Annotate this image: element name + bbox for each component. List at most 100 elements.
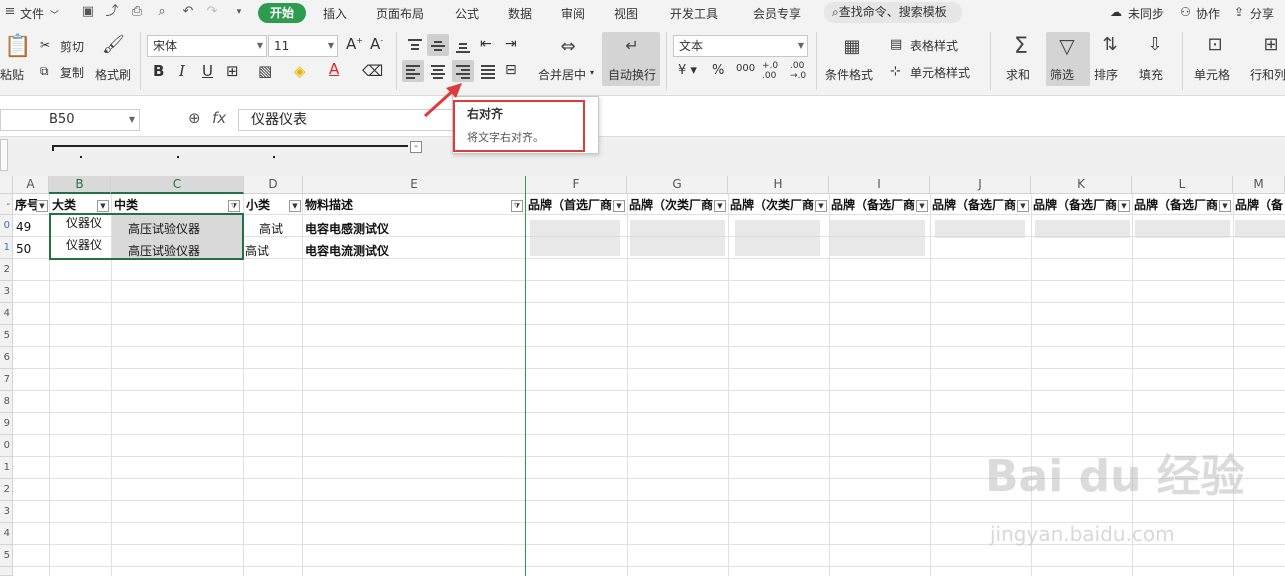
tab-page-layout[interactable]: 页面布局 [376, 5, 424, 22]
row-header[interactable]: 3 [0, 501, 13, 523]
more-chevron-icon[interactable]: ▾ [231, 4, 247, 20]
header-cell-category[interactable]: 大类 [50, 195, 96, 215]
tab-home[interactable]: 开始 [258, 3, 306, 23]
column-header-m[interactable]: M [1233, 176, 1285, 194]
distributed-align-icon[interactable]: ⊟ [505, 62, 517, 78]
cell-a[interactable]: 50 [16, 242, 31, 256]
save-icon[interactable]: ▣ [80, 4, 96, 20]
cell-d[interactable]: 高试 [245, 242, 269, 259]
format-painter-button[interactable]: 格式刷 [95, 66, 131, 83]
column-header-g[interactable]: G [627, 176, 728, 194]
collaborate-icon[interactable]: ⚇ [1180, 5, 1191, 19]
font-size-select[interactable]: 11 ▼ [268, 35, 338, 57]
column-header-f[interactable]: F [526, 176, 627, 194]
sum-icon[interactable]: Σ [1010, 34, 1032, 59]
eraser-icon[interactable]: ⌫ [362, 62, 383, 80]
column-header-b[interactable]: B [49, 176, 111, 194]
row-header[interactable]: 1 [0, 457, 13, 479]
row-header[interactable]: 2 [0, 479, 13, 501]
row-header[interactable]: 1 [0, 237, 13, 259]
fill-button[interactable]: 填充 [1139, 66, 1163, 83]
header-cell-index[interactable]: 序号 [13, 195, 37, 215]
header-cell-brand[interactable]: 品牌（备 [1233, 195, 1285, 215]
column-header-i[interactable]: I [829, 176, 930, 194]
export-icon[interactable]: ⤴ [104, 4, 120, 20]
outline-level-bar[interactable] [0, 139, 8, 171]
cell-d[interactable]: 高试 [259, 220, 283, 237]
format-painter-icon[interactable]: 🖌 [102, 34, 125, 55]
font-name-select[interactable]: 宋体 ▼ [147, 35, 267, 57]
command-search[interactable]: ⌕查找命令、搜索模板 [824, 2, 962, 23]
wrap-text-button[interactable]: 自动换行 [608, 66, 656, 83]
tab-member[interactable]: 会员专享 [753, 5, 801, 22]
scissors-icon[interactable]: ✂ [40, 38, 50, 52]
column-header-d[interactable]: D [244, 176, 303, 194]
header-cell-brand[interactable]: 品牌（首选厂商 [526, 195, 612, 215]
copy-icon[interactable]: ⧉ [40, 64, 49, 79]
header-cell-minor-category[interactable]: 小类 [244, 195, 288, 215]
menu-file[interactable]: 文件 [20, 5, 44, 22]
header-cell-brand[interactable]: 品牌（备选厂商 [930, 195, 1016, 215]
header-cell-brand[interactable]: 品牌（备选厂商 [829, 195, 915, 215]
filter-active-icon[interactable]: ⧩ [511, 200, 523, 212]
row-header[interactable]: 9 [0, 413, 13, 435]
filter-dropdown-icon[interactable]: ▼ [916, 200, 928, 212]
wrap-text-icon[interactable]: ↵ [620, 36, 644, 56]
column-header-l[interactable]: L [1132, 176, 1233, 194]
sync-status[interactable]: 未同步 [1128, 5, 1164, 22]
share-button[interactable]: 分享 [1250, 5, 1274, 22]
row-header[interactable]: 5 [0, 545, 13, 567]
undo-icon[interactable]: ↶ [180, 4, 196, 20]
row-col-icon[interactable]: ⊞ [1258, 34, 1284, 58]
collaborate-button[interactable]: 协作 [1196, 5, 1220, 22]
outline-collapse-button[interactable]: - [410, 141, 422, 153]
header-cell-brand[interactable]: 品牌（备选厂商 [1132, 195, 1218, 215]
filter-dropdown-icon[interactable]: ▼ [97, 200, 109, 212]
tab-insert[interactable]: 插入 [323, 5, 347, 22]
cell-e[interactable]: 电容电感测试仪 [305, 220, 389, 237]
cell-style-icon[interactable]: ⊹ [890, 64, 901, 79]
cut-button[interactable]: 剪切 [60, 38, 84, 55]
fill-color-icon[interactable]: ◈ [294, 62, 306, 80]
header-cell-brand[interactable]: 品牌（备选厂商 [1031, 195, 1117, 215]
copy-button[interactable]: 复制 [60, 64, 84, 81]
row-header[interactable]: 0 [0, 215, 13, 237]
row-col-button[interactable]: 行和列 [1250, 66, 1285, 83]
row-header[interactable]: 7 [0, 369, 13, 391]
fill-down-icon[interactable]: ⇩ [1142, 34, 1168, 58]
justify-icon[interactable] [477, 60, 499, 82]
align-left-icon[interactable] [402, 60, 424, 82]
align-middle-icon[interactable] [427, 34, 449, 56]
cloud-icon[interactable]: ☁ [1110, 5, 1122, 19]
decrease-font-icon[interactable]: A- [370, 35, 383, 53]
increase-indent-icon[interactable]: ⇥ [505, 36, 517, 52]
tab-developer[interactable]: 开发工具 [670, 5, 718, 22]
tab-data[interactable]: 数据 [508, 5, 532, 22]
paste-icon[interactable]: 📋 [4, 34, 31, 60]
decrease-indent-icon[interactable]: ⇤ [480, 36, 492, 52]
column-header-e[interactable]: E [303, 176, 526, 194]
column-header-c[interactable]: C [111, 176, 244, 194]
tab-formula[interactable]: 公式 [455, 5, 479, 22]
redo-icon[interactable]: ↷ [204, 4, 220, 20]
share-icon[interactable]: ⇪ [1234, 5, 1244, 19]
row-header[interactable]: 2 [0, 259, 13, 281]
sort-button[interactable]: 排序 [1094, 66, 1118, 83]
row-header[interactable]: 4 [0, 303, 13, 325]
filter-button[interactable]: 筛选 [1050, 66, 1074, 83]
filter-dropdown-icon[interactable]: ▼ [613, 200, 625, 212]
header-cell-brand[interactable]: 品牌（次类厂商 [627, 195, 713, 215]
filter-dropdown-icon[interactable]: ▼ [1017, 200, 1029, 212]
cell-button[interactable]: 单元格 [1194, 66, 1230, 83]
filter-dropdown-icon[interactable]: ▼ [289, 200, 301, 212]
cell-style-fill-icon[interactable]: ▧ [258, 62, 272, 80]
align-center-icon[interactable] [427, 60, 449, 82]
border-icon[interactable]: ⊞ [226, 62, 239, 80]
print-preview-icon[interactable]: ⌕ [154, 4, 170, 20]
column-header-h[interactable]: H [728, 176, 829, 194]
row-header[interactable]: 6 [0, 347, 13, 369]
chevron-down-icon[interactable]: ﹀ [50, 8, 59, 21]
number-format-select[interactable]: 文本 ▼ [673, 35, 808, 57]
filter-icon[interactable]: ▽ [1054, 34, 1080, 58]
row-header[interactable]: 8 [0, 391, 13, 413]
